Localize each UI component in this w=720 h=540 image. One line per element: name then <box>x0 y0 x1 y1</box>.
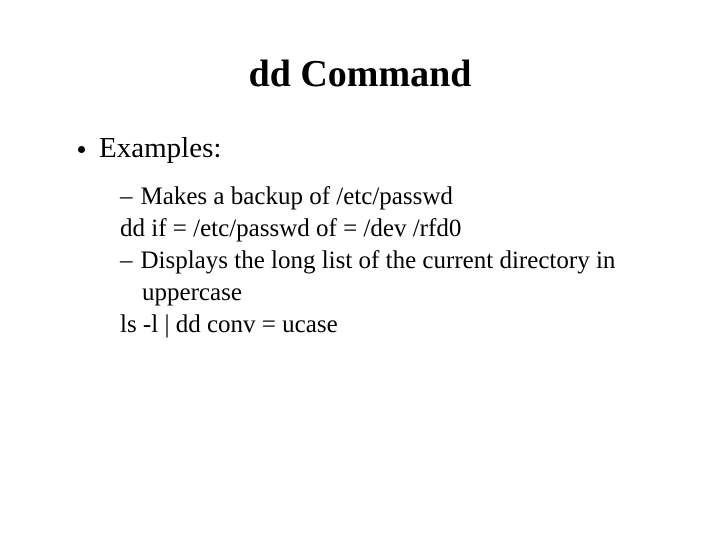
sub-item-2: – Displays the long list of the current … <box>120 245 672 277</box>
bullet-examples: Examples: <box>78 132 672 165</box>
sub-bullets: – Makes a backup of /etc/passwd dd if = … <box>78 181 672 341</box>
bullet-dot-icon <box>78 146 85 153</box>
slide: dd Command Examples: – Makes a backup of… <box>0 0 720 540</box>
bullet-text: Examples: <box>99 132 221 165</box>
code-line-2: ls -l | dd conv = ucase <box>120 309 672 341</box>
sub-item-1-text: Makes a backup of /etc/passwd <box>141 181 453 213</box>
sub-item-2-text: Displays the long list of the current di… <box>141 245 616 277</box>
dash-icon: – <box>120 181 133 213</box>
sub-item-2-continuation: uppercase <box>120 277 672 309</box>
code-line-1: dd if = /etc/passwd of = /dev /rfd0 <box>120 213 672 245</box>
dash-icon: – <box>120 245 133 277</box>
slide-title: dd Command <box>0 0 720 132</box>
slide-body: Examples: – Makes a backup of /etc/passw… <box>0 132 720 341</box>
sub-item-1: – Makes a backup of /etc/passwd <box>120 181 672 213</box>
